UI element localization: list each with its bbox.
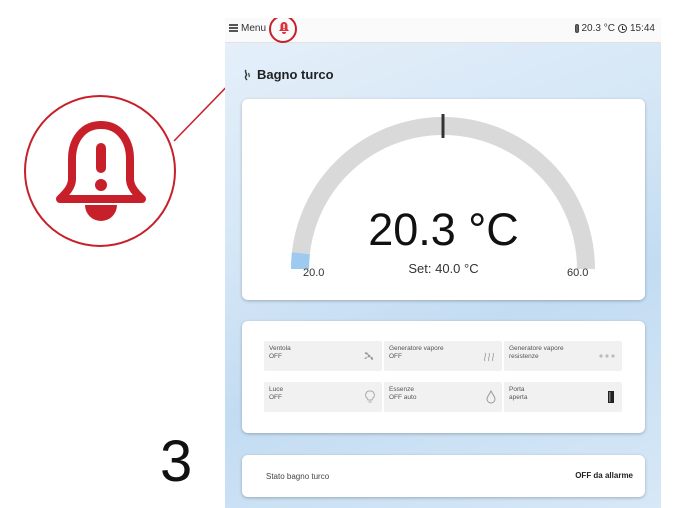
bulb-icon: [365, 390, 375, 403]
status-indicators: 20.3 °C 15:44: [574, 23, 655, 34]
tile-name: Porta: [509, 386, 525, 393]
tile-generatore-resistenze[interactable]: Generatore vapore resistenze: [504, 341, 622, 371]
hamburger-menu-icon[interactable]: [229, 24, 238, 32]
thermometer-icon: [574, 24, 579, 33]
gauge-min-label: 20.0: [303, 267, 325, 279]
tile-name: Essenze: [389, 386, 414, 393]
functions-card: Ventola OFF Generatore vapore OFF Genera…: [242, 321, 645, 433]
page-title: Bagno turco: [257, 67, 334, 82]
tile-generatore-vapore[interactable]: Generatore vapore OFF: [384, 341, 502, 371]
tile-name: Generatore vapore: [509, 345, 564, 352]
topbar-temperature: 20.3 °C: [581, 23, 615, 34]
page-header: Bagno turco: [243, 67, 334, 82]
alarm-highlight-circle: [269, 18, 297, 43]
tile-ventola[interactable]: Ventola OFF: [264, 341, 382, 371]
steam-bath-icon: [244, 69, 250, 80]
menu-button[interactable]: Menu: [241, 23, 266, 34]
tile-state: OFF auto: [389, 394, 417, 401]
tile-name: Ventola: [269, 345, 291, 352]
alarm-bell-icon: [56, 121, 146, 221]
tile-luce[interactable]: Luce OFF: [264, 382, 382, 412]
gauge-max-label: 60.0: [567, 267, 589, 279]
door-icon: [608, 391, 614, 403]
drop-icon: [486, 390, 496, 404]
status-value: OFF da allarme: [575, 471, 633, 480]
status-card: Stato bagno turco OFF da allarme: [242, 455, 645, 497]
fan-icon: [364, 352, 374, 360]
tile-state: OFF: [269, 353, 282, 360]
tile-state: OFF: [269, 394, 282, 401]
tile-state: aperta: [509, 394, 528, 401]
temperature-gauge-card: 20.3 °C Set: 40.0 °C 20.0 60.0: [242, 99, 645, 300]
magnified-alarm-callout: [24, 95, 176, 247]
top-bar: Menu 20.3 °C 15:44: [225, 18, 661, 43]
step-number: 3: [160, 429, 193, 494]
device-screen: Menu 20.3 °C 15:44 Bagno turco 20.3 °C S…: [225, 18, 661, 508]
tile-name: Luce: [269, 386, 284, 393]
current-temperature: 20.3 °C: [368, 204, 519, 255]
steam-icon: [483, 352, 495, 362]
tile-state: resistenze: [509, 353, 539, 360]
status-label: Stato bagno turco: [266, 472, 330, 481]
topbar-time: 15:44: [629, 23, 655, 34]
tile-state: OFF: [389, 353, 402, 360]
tile-porta[interactable]: Porta aperta: [504, 382, 622, 412]
tile-essenze[interactable]: Essenze OFF auto: [384, 382, 502, 412]
clock-icon: [617, 24, 627, 33]
heater-icon: [599, 354, 615, 358]
tile-name: Generatore vapore: [389, 345, 444, 352]
